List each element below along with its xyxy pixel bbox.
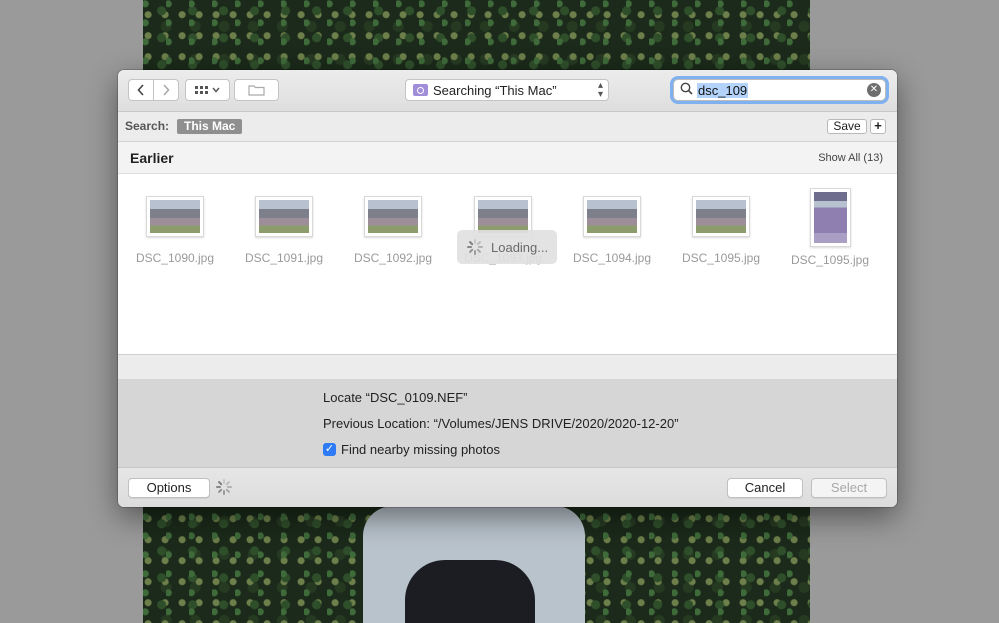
spinner-icon (467, 239, 483, 255)
select-button[interactable]: Select (811, 478, 887, 498)
locate-file-dialog: Searching “This Mac” ▴ ▾ dsc_109 ✕ Search… (118, 70, 897, 507)
chevron-right-icon (163, 84, 170, 96)
updown-chevron-icon: ▴ ▾ (597, 80, 603, 100)
result-item[interactable]: DSC_1095.jpg (671, 184, 771, 265)
result-filename: DSC_1090.jpg (135, 251, 215, 265)
search-query[interactable]: dsc_109 (697, 82, 749, 98)
chevron-down-icon (212, 87, 220, 93)
photo-thumbnail[interactable] (692, 196, 750, 237)
loading-overlay: Loading... (457, 230, 557, 264)
show-all-link[interactable]: Show All (13) (818, 152, 883, 164)
activity-spinner-icon (216, 479, 232, 495)
result-item[interactable]: DSC_1091.jpg (234, 184, 334, 265)
thumbnail-image (478, 200, 528, 233)
location-label: Searching “This Mac” (433, 82, 557, 98)
dialog-toolbar: Searching “This Mac” ▴ ▾ dsc_109 ✕ (118, 70, 897, 112)
results-grid: DSC_1090.jpg DSC_1091.jpg DSC_1092.jpg DSC_… (118, 174, 897, 354)
photo-thumbnail[interactable] (809, 188, 851, 247)
result-item[interactable]: DSC_1095.jpg (780, 184, 880, 267)
result-item[interactable]: DSC_1094.jpg (562, 184, 662, 265)
locate-info-panel: Locate “DSC_0109.NEF” Previous Location:… (118, 379, 897, 467)
icon-grid-icon (195, 85, 208, 94)
search-scope-bar: Search: This Mac Save + (118, 112, 897, 142)
search-folder-icon (413, 84, 428, 96)
thumbnail-image (696, 200, 746, 233)
photo-thumbnail[interactable] (146, 196, 204, 237)
chevron-left-icon (137, 84, 144, 96)
back-button[interactable] (128, 79, 154, 101)
thumbnail-image (587, 200, 637, 233)
find-nearby-label[interactable]: Find nearby missing photos (341, 442, 500, 457)
previous-location: Previous Location: “/Volumes/JENS DRIVE/… (323, 416, 679, 431)
result-filename: DSC_1095.jpg (681, 251, 761, 265)
result-filename: DSC_1094.jpg (572, 251, 652, 265)
scope-this-mac[interactable]: This Mac (177, 119, 243, 134)
clear-search-icon[interactable]: ✕ (867, 83, 881, 97)
photo-thumbnail[interactable] (364, 196, 422, 237)
result-item[interactable]: DSC_1090.jpg (125, 184, 225, 265)
view-mode-button[interactable] (185, 79, 230, 101)
background-person-shadow (405, 560, 535, 623)
result-filename: DSC_1092.jpg (353, 251, 433, 265)
save-search-button[interactable]: Save (827, 119, 867, 134)
thumbnail-image (368, 200, 418, 233)
location-popup[interactable]: Searching “This Mac” ▴ ▾ (405, 79, 609, 101)
search-icon (680, 82, 693, 98)
new-folder-button[interactable] (234, 79, 279, 101)
results-section-header: Earlier Show All (13) (118, 142, 897, 174)
scope-label: Search: (125, 119, 170, 133)
thumbnail-image (813, 192, 847, 243)
thumbnail-image (150, 200, 200, 233)
result-item[interactable]: DSC_1092.jpg (343, 184, 443, 265)
cancel-button[interactable]: Cancel (727, 478, 803, 498)
locate-title: Locate “DSC_0109.NEF” (323, 390, 468, 405)
nav-buttons (128, 79, 179, 101)
result-filename: DSC_1091.jpg (244, 251, 324, 265)
new-folder-icon (248, 85, 265, 96)
photo-thumbnail[interactable] (583, 196, 641, 237)
dialog-button-bar: Options Cancel Select (118, 467, 897, 507)
divider-strip (118, 354, 897, 380)
forward-button[interactable] (153, 79, 179, 101)
find-nearby-checkbox[interactable]: ✓ (323, 443, 336, 456)
section-title: Earlier (130, 150, 174, 166)
loading-text: Loading... (491, 239, 549, 255)
thumbnail-image (259, 200, 309, 233)
add-criteria-button[interactable]: + (870, 119, 886, 134)
result-filename: DSC_1095.jpg (790, 253, 870, 267)
search-input[interactable]: dsc_109 ✕ (673, 79, 886, 101)
photo-thumbnail[interactable] (255, 196, 313, 237)
options-button[interactable]: Options (128, 478, 210, 498)
